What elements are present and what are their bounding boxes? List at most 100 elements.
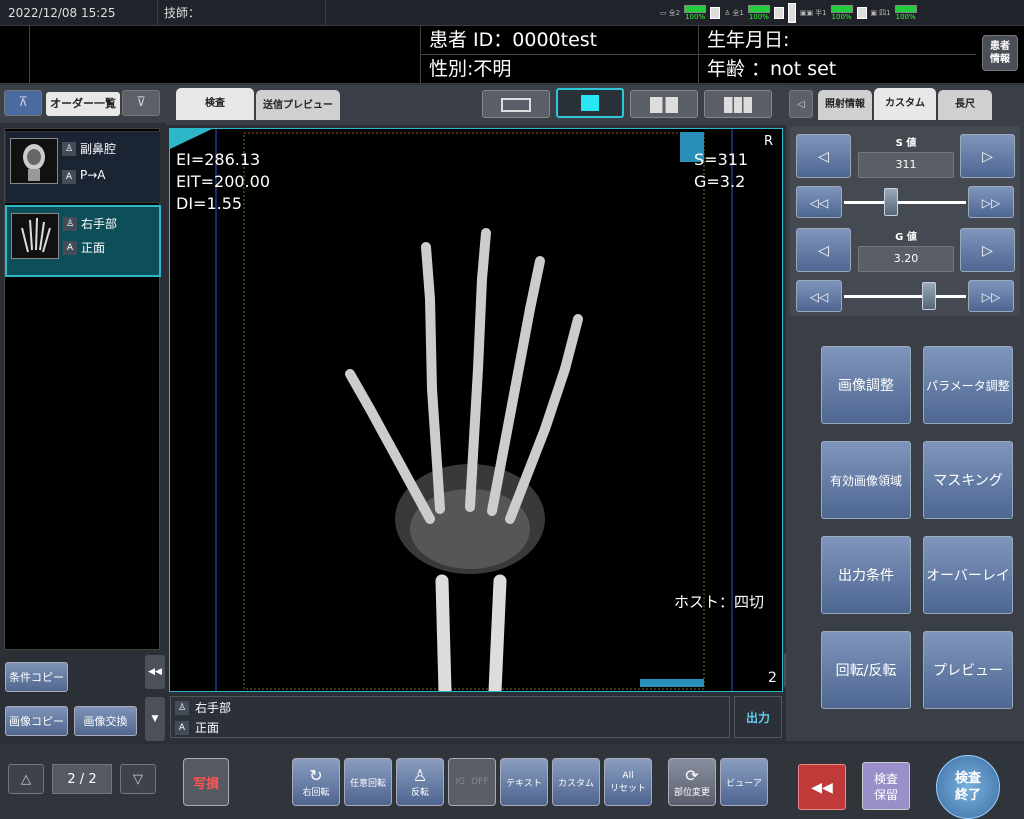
g-slider-track[interactable] (844, 295, 966, 298)
s-slider-track[interactable] (844, 201, 966, 204)
g-overlay: G=3.2 (694, 172, 746, 191)
refresh-icon: ⟳ (685, 766, 699, 785)
g-increase-button[interactable]: ▷ (960, 228, 1015, 272)
text-button[interactable]: テキスト (500, 758, 548, 806)
panel-status-3: ▣▣ 半1 (799, 9, 827, 17)
tab-long-length[interactable]: 長尺 (938, 90, 992, 120)
layout-2x2-button[interactable] (630, 90, 698, 118)
all-reset-button[interactable]: All リセット (604, 758, 652, 806)
part-change-button[interactable]: ⟳ 部位変更 (668, 758, 716, 806)
image-copy-button[interactable]: 画像コピー (5, 706, 68, 736)
patient-age: 年齢 ：not set (698, 55, 976, 84)
g-decrease-button[interactable]: ◁ (796, 228, 851, 272)
g-fast-decrease-button[interactable]: ◁◁ (796, 280, 842, 312)
image-viewer[interactable]: EI=286.13 EIT=200.00 DI=1.55 S=311 G=3.2… (169, 128, 783, 692)
thumbnail-part: 副鼻腔 (80, 142, 117, 156)
rotate-right-button[interactable]: ↻ 右回転 (292, 758, 340, 806)
battery-3: 100% (830, 5, 853, 21)
order-list-tab[interactable]: オーダー一覧 (46, 92, 120, 116)
scroll-down-button[interactable]: ⊽ (122, 90, 160, 116)
caption-view: 正面 (195, 721, 220, 735)
image-adjust-button[interactable]: 画像調整 (821, 346, 911, 424)
birth-date: 生年月日: (698, 26, 976, 55)
scroll-up-button[interactable]: ⊼ (4, 90, 42, 116)
cassette-icon (787, 3, 796, 23)
image-swap-button[interactable]: 画像交換 (74, 706, 137, 736)
ig-toggle[interactable]: IG OFF (448, 758, 496, 806)
patient-sex: 性別:不明 (420, 55, 698, 84)
overlay-button[interactable]: オーバーレイ (923, 536, 1013, 614)
top-status-bar: 2022/12/08 15:25 技師： ▭ 全2 100% ♙ 全1 100% ▣… (0, 0, 1024, 26)
signal-icon (773, 7, 784, 19)
skull-xray-thumbnail (10, 138, 58, 184)
grid-icon: ▣▣ (799, 9, 814, 17)
panel-status-group: ▭ 全2 100% ♙ 全1 100% ▣▣ 半1 100% ▣ 四1 100% (660, 2, 917, 24)
s-decrease-button[interactable]: ◁ (796, 134, 851, 178)
patient-info-button[interactable]: 患者 情報 (982, 35, 1018, 71)
s-increase-button[interactable]: ▷ (960, 134, 1015, 178)
flip-icon: ♙ (412, 766, 428, 785)
tab-custom[interactable]: カスタム (874, 88, 936, 120)
image-index: 2 (768, 670, 777, 686)
g-label: G 値 (895, 232, 917, 243)
eit-value: EIT=200.00 (176, 172, 270, 191)
g-fast-increase-button[interactable]: ▷▷ (968, 280, 1014, 312)
signal-icon (856, 7, 867, 19)
person-icon: ♙ (63, 217, 77, 231)
condition-copy-button[interactable]: 条件コピー (5, 662, 68, 692)
rotate-flip-button[interactable]: 回転/反転 (821, 631, 911, 709)
s-fast-increase-button[interactable]: ▷▷ (968, 186, 1014, 218)
s-fast-decrease-button[interactable]: ◁◁ (796, 186, 842, 218)
thumbnail-list: ♙ 副鼻腔 A P→A ♙ 右手部 A 正面 (4, 128, 161, 650)
patient-info-bar: 患者 ID：0000test 生年月日: 性別:不明 年齢 ：not set (0, 26, 1024, 84)
s-label: S 値 (895, 138, 917, 149)
parameter-adjust-button[interactable]: パラメータ調整 (923, 346, 1013, 424)
thumbnail-right-hand[interactable]: ♙ 右手部 A 正面 (5, 205, 161, 277)
output-button[interactable]: 出力 (734, 696, 782, 738)
s-slider-knob[interactable] (884, 188, 898, 216)
preview-button[interactable]: プレビュー (923, 631, 1013, 709)
rewind-button[interactable]: ◀◀ (798, 764, 846, 810)
page-up-button[interactable]: △ (8, 764, 44, 794)
tab-exam[interactable]: 検査 (176, 88, 254, 120)
expand-down-icon[interactable]: ▼ (145, 697, 165, 741)
a-icon: A (175, 721, 189, 735)
layout-fit-button[interactable] (482, 90, 550, 118)
datetime: 2022/12/08 15:25 (0, 0, 158, 26)
exam-hold-button[interactable]: 検査 保留 (862, 762, 910, 810)
g-slider-knob[interactable] (922, 282, 936, 310)
host-label: ホスト：四切 (674, 593, 765, 611)
s-overlay: S=311 (694, 150, 749, 169)
s-value: 311 (858, 152, 954, 178)
layout-single-button[interactable] (556, 88, 624, 118)
custom-button[interactable]: カスタム (552, 758, 600, 806)
exam-finish-button[interactable]: 検査 終了 (936, 755, 1000, 819)
person-icon: ♙ (175, 701, 189, 715)
free-rotate-button[interactable]: 任意回転 (344, 758, 392, 806)
battery-2: 100% (747, 5, 770, 21)
detector-icon: ♙ (724, 9, 731, 17)
tab-irradiation-info[interactable]: 照射情報 (818, 90, 872, 120)
panel-status-2: ♙ 全1 (724, 9, 744, 17)
viewer-button[interactable]: ビューア (720, 758, 768, 806)
effective-area-button[interactable]: 有効画像領域 (821, 441, 911, 519)
right-back-button[interactable]: ◁ (789, 90, 813, 118)
layout-3x2-button[interactable] (704, 90, 772, 118)
caption-part: 右手部 (195, 701, 232, 715)
masking-button[interactable]: マスキング (923, 441, 1013, 519)
g-value: 3.20 (858, 246, 954, 272)
panel-status-1: ▭ 全2 (660, 9, 681, 17)
reject-button[interactable]: 写損 (183, 758, 229, 806)
thumbnail-part: 右手部 (81, 217, 118, 231)
person-icon: ♙ (62, 142, 76, 156)
page-indicator: 2 / 2 (52, 764, 112, 794)
flip-button[interactable]: ♙ 反転 (396, 758, 444, 806)
output-condition-button[interactable]: 出力条件 (821, 536, 911, 614)
collapse-left-icon[interactable]: ◀◀ (145, 655, 165, 689)
patient-id: 患者 ID：0000test (420, 26, 698, 55)
page-down-button[interactable]: ▽ (120, 764, 156, 794)
battery-4: 100% (894, 5, 917, 21)
tab-send-preview[interactable]: 送信プレビュー (256, 90, 340, 120)
thumbnail-sinus[interactable]: ♙ 副鼻腔 A P→A (5, 131, 161, 203)
grid-icon: ▣ (870, 9, 878, 17)
